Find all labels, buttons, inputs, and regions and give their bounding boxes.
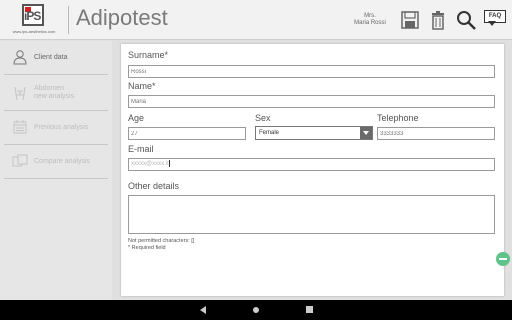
- not-permitted-note: Not permitted characters: []: [128, 238, 195, 244]
- required-field-note: * Required field: [128, 245, 166, 251]
- chevron-down-icon: [360, 127, 372, 139]
- surname-label: Surname*: [128, 50, 168, 60]
- user-name: Maria Rossi: [354, 20, 386, 26]
- ips-logo: iPS www.ips-aesthetics.com: [10, 4, 58, 36]
- sidebar-item-abdomen-new-analysis[interactable]: Abdomen new analysis: [4, 77, 108, 111]
- side-handle-button[interactable]: [496, 252, 510, 266]
- email-label: E-mail: [128, 144, 154, 154]
- sidebar-item-compare-analysis[interactable]: Compare analysis: [4, 145, 108, 179]
- other-details-field[interactable]: [128, 195, 495, 234]
- required-mark: *: [152, 81, 156, 91]
- other-details-label: Other details: [128, 181, 180, 191]
- recent-apps-icon[interactable]: [306, 306, 313, 313]
- search-icon: [457, 11, 476, 30]
- name-label-text: Name: [128, 81, 153, 91]
- save-icon: [401, 11, 419, 29]
- age-field[interactable]: [128, 127, 246, 140]
- back-icon[interactable]: [200, 306, 206, 314]
- name-label: Name*: [128, 81, 156, 91]
- surname-label-text: Surname: [128, 50, 165, 60]
- home-icon[interactable]: [253, 307, 259, 313]
- faq-button[interactable]: FAQ: [484, 10, 506, 28]
- app-header: iPS www.ips-aesthetics.com Adipotest Mrs…: [0, 0, 512, 40]
- name-field[interactable]: [128, 95, 495, 108]
- sidebar: Client data Abdomen new analysis Previou…: [0, 41, 112, 300]
- person-icon: [13, 50, 27, 65]
- sex-label: Sex: [255, 113, 271, 123]
- sidebar-item-label: Compare analysis: [34, 158, 91, 165]
- trash-icon: [432, 11, 444, 30]
- age-label: Age: [128, 113, 145, 123]
- surname-field[interactable]: [128, 65, 495, 78]
- page-title: Adipotest: [76, 5, 168, 30]
- faq-icon-tail: [488, 21, 496, 26]
- telephone-label: Telephone: [377, 113, 419, 123]
- client-form: Surname* Name* Age Sex Female Telephone …: [121, 44, 504, 296]
- calendar-icon: [13, 120, 27, 134]
- user-info: Mrs. Maria Rossi: [348, 13, 392, 27]
- header-divider: [68, 6, 69, 34]
- sex-select[interactable]: Female: [255, 126, 373, 140]
- logo-url: www.ips-aesthetics.com: [12, 29, 56, 34]
- sex-select-value: Female: [259, 130, 280, 136]
- system-nav-bar: [0, 300, 512, 320]
- delete-button[interactable]: [427, 9, 449, 31]
- save-button[interactable]: [399, 9, 421, 31]
- email-field[interactable]: xxxxx@xxxx.it: [128, 158, 495, 171]
- text-cursor: [168, 159, 170, 167]
- compare-icon: [12, 154, 28, 167]
- search-button[interactable]: [455, 9, 477, 31]
- logo-mark: iPS: [24, 9, 41, 23]
- sidebar-item-previous-analysis[interactable]: Previous analysis: [4, 111, 108, 145]
- email-placeholder: xxxxx@xxxx.it: [131, 161, 169, 167]
- abdomen-icon: [14, 86, 26, 101]
- telephone-field[interactable]: [377, 127, 495, 140]
- sidebar-item-label: Previous analysis: [34, 124, 89, 131]
- sidebar-item-client-data[interactable]: Client data: [4, 41, 108, 75]
- required-mark: *: [164, 50, 169, 60]
- user-title: Mrs.: [364, 13, 376, 19]
- sidebar-item-label: Abdomen new analysis: [34, 85, 75, 100]
- sidebar-item-label: Client data: [34, 54, 68, 61]
